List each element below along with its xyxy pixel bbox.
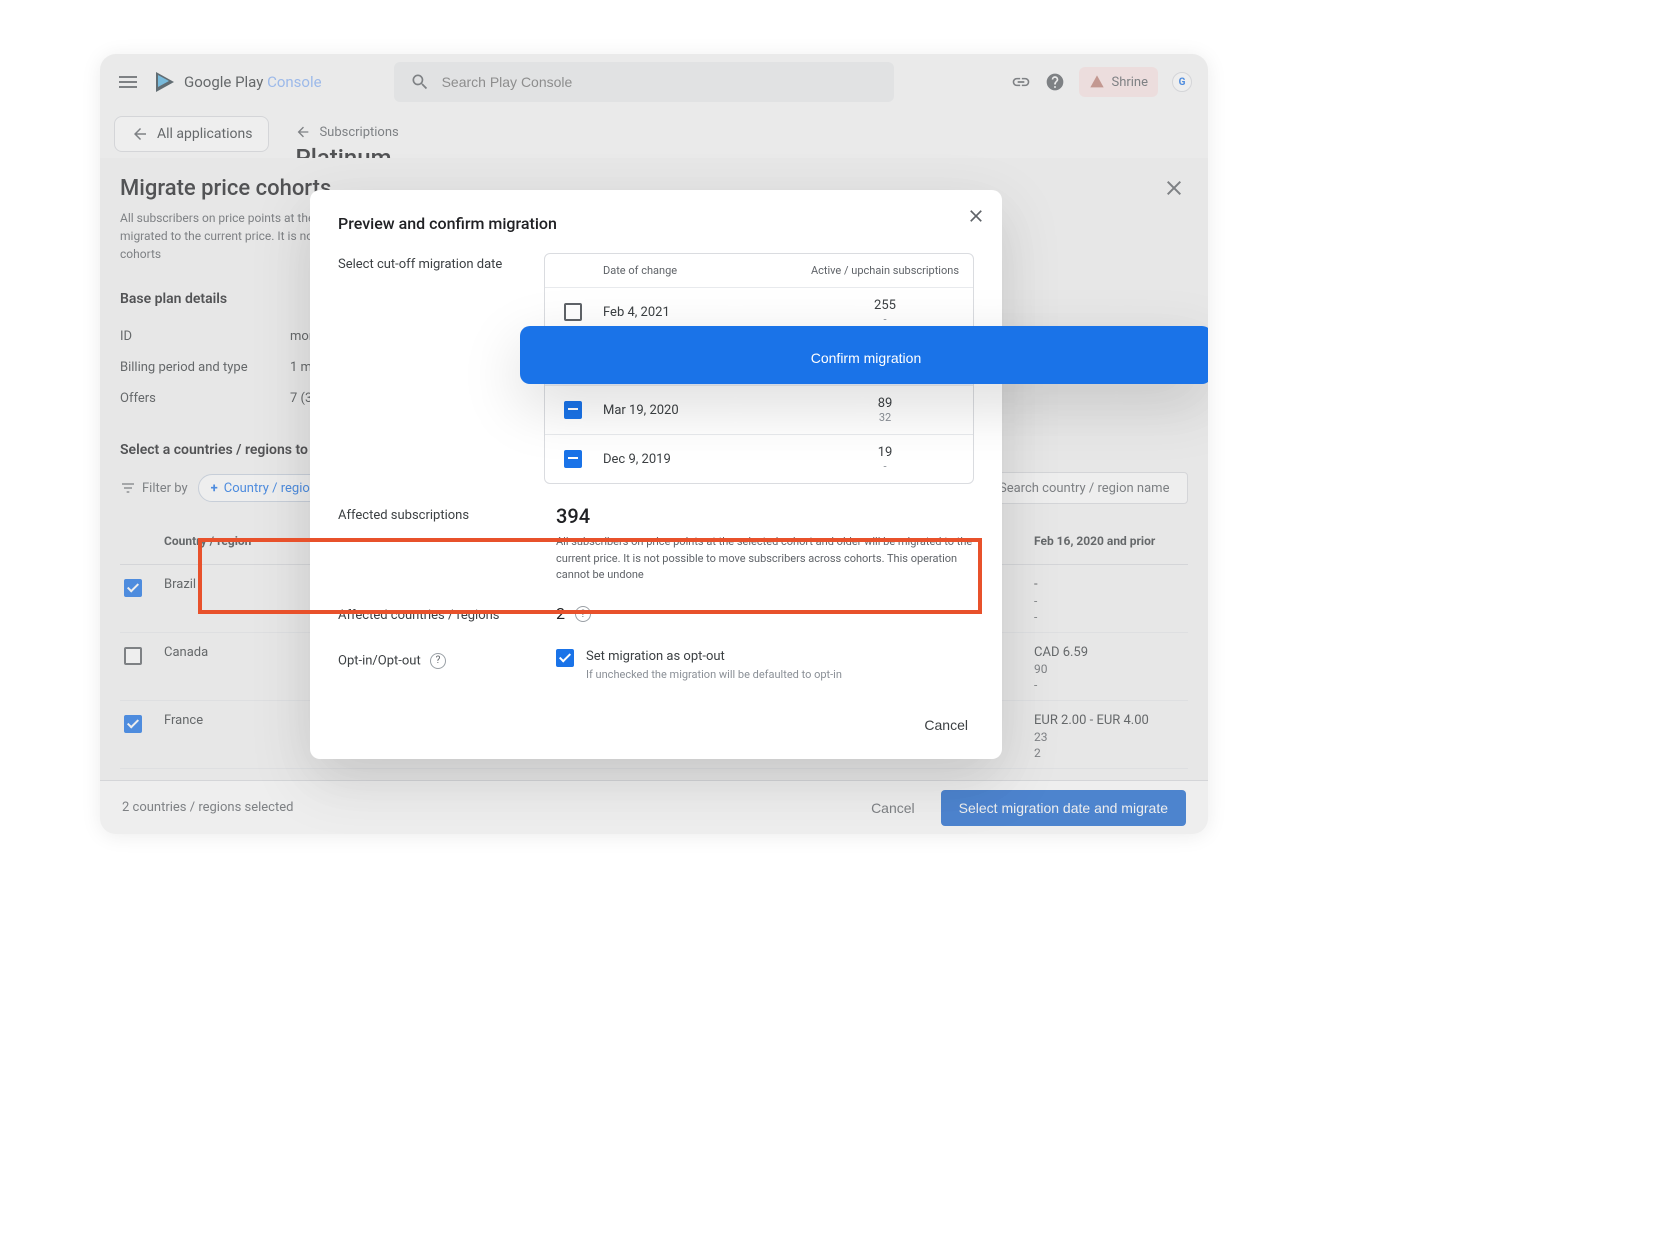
affected-subs-label: Affected subscriptions bbox=[338, 504, 538, 584]
confirm-migration-button[interactable]: Confirm migration bbox=[520, 326, 1208, 384]
help-icon[interactable]: ? bbox=[430, 653, 446, 669]
opt-check-label: Set migration as opt-out bbox=[586, 649, 842, 664]
affected-regions-value: 2 bbox=[556, 604, 565, 623]
affected-regions-label: Affected countries / regions bbox=[338, 604, 538, 623]
app-window: Google Play Console Shrine G All applica… bbox=[100, 54, 1208, 834]
affected-subs-value: 394 bbox=[556, 504, 974, 528]
opt-out-checkbox[interactable] bbox=[556, 649, 574, 667]
modal-cancel-button[interactable]: Cancel bbox=[918, 709, 974, 741]
date-checkbox[interactable] bbox=[564, 303, 582, 321]
date-row[interactable]: Dec 9, 201919- bbox=[545, 435, 973, 483]
cutoff-label: Select cut-off migration date bbox=[338, 253, 526, 484]
preview-confirm-modal: Preview and confirm migration Select cut… bbox=[310, 190, 1002, 759]
opt-hint: If unchecked the migration will be defau… bbox=[586, 668, 842, 681]
modal-title: Preview and confirm migration bbox=[338, 214, 974, 233]
help-icon[interactable]: ? bbox=[575, 606, 591, 622]
date-row[interactable]: Mar 19, 20208932 bbox=[545, 386, 973, 435]
affected-subs-desc: All subscribers on price points at the s… bbox=[556, 534, 974, 584]
date-checkbox[interactable] bbox=[564, 401, 582, 419]
close-icon[interactable] bbox=[966, 206, 986, 226]
date-checkbox[interactable] bbox=[564, 450, 582, 468]
opt-label: Opt-in/Opt-out ? bbox=[338, 649, 538, 681]
